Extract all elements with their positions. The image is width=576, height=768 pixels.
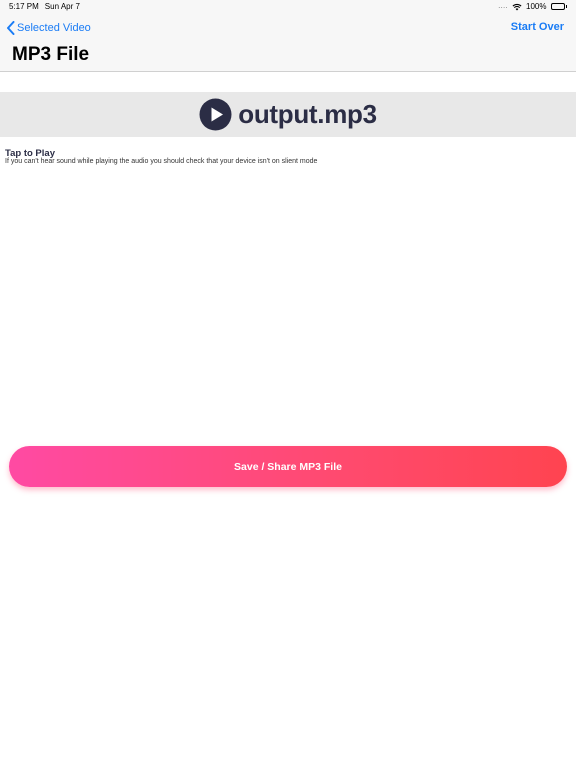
status-time: 5:17 PM — [9, 2, 39, 11]
play-circle-icon[interactable] — [199, 98, 232, 131]
save-share-button[interactable]: Save / Share MP3 File — [9, 446, 567, 487]
status-left: 5:17 PM Sun Apr 7 — [9, 2, 80, 11]
save-share-button-label: Save / Share MP3 File — [234, 460, 342, 473]
chevron-left-icon — [6, 21, 15, 35]
back-button-label: Selected Video — [17, 22, 91, 34]
status-right: .... 100% — [498, 2, 567, 11]
navigation-bar: Selected Video Start Over MP3 File — [0, 14, 576, 72]
page-title: MP3 File — [12, 44, 90, 65]
silent-mode-hint: If you can't hear sound while playing th… — [5, 158, 318, 165]
file-name: output.mp3 — [238, 99, 377, 129]
status-date: Sun Apr 7 — [44, 2, 80, 11]
signal-icon: .... — [498, 3, 509, 10]
wifi-icon — [512, 3, 522, 11]
mp3-file-screen: 5:17 PM Sun Apr 7 .... 100% Selected Vid… — [0, 0, 576, 768]
start-over-button[interactable]: Start Over — [511, 21, 564, 33]
battery-icon — [550, 3, 567, 10]
back-button[interactable]: Selected Video — [6, 20, 91, 36]
status-bar: 5:17 PM Sun Apr 7 .... 100% — [0, 0, 576, 14]
battery-percent: 100% — [526, 2, 547, 11]
audio-player-button[interactable]: output.mp3 — [0, 92, 576, 137]
